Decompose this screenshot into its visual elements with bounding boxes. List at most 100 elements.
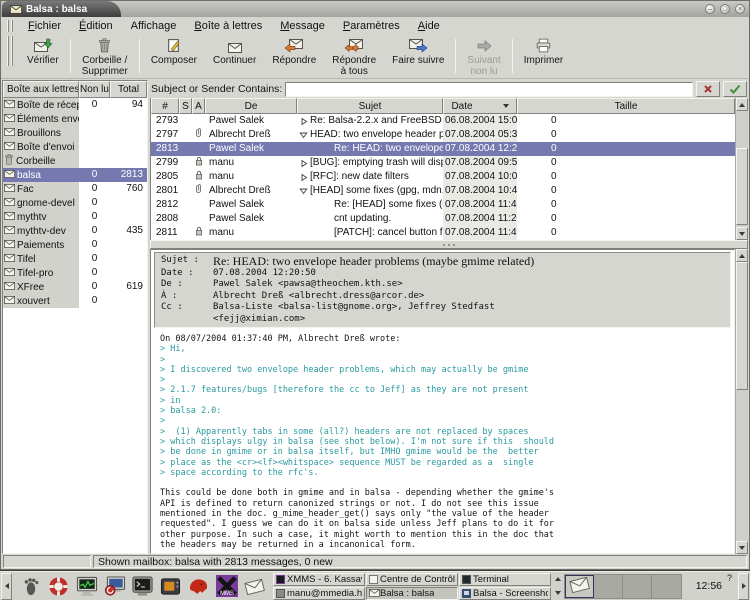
message-row[interactable]: 2793Pawel SalekRe: Balsa-2.2.x and FreeB… bbox=[151, 114, 735, 128]
column-header-boi-te-aux-lettres[interactable]: Boîte aux lettres bbox=[3, 81, 79, 98]
launcher-xmms[interactable]: MMS bbox=[214, 574, 239, 599]
column-header-s[interactable]: S bbox=[179, 98, 192, 114]
task-button-xmms-6-kassav-e[interactable]: XMMS - 6. Kassav - E bbox=[273, 573, 365, 586]
mailbox-row-tifel-pro[interactable]: Tifel-pro0 bbox=[3, 266, 147, 280]
mailbox-row-paiements[interactable]: Paiements0 bbox=[3, 238, 147, 252]
column-header-taille[interactable]: Taille bbox=[517, 98, 735, 114]
mailbox-total-count bbox=[110, 266, 147, 280]
launcher-terminal[interactable] bbox=[130, 574, 155, 599]
toolbar-continuer[interactable]: Continuer bbox=[205, 36, 264, 67]
task-button-centre-de-contro-le-m[interactable]: Centre de Contrôle M bbox=[366, 573, 458, 586]
toolbar-faire-suivre[interactable]: Faire suivre bbox=[384, 36, 452, 67]
filter-input[interactable] bbox=[285, 82, 693, 97]
launcher-mail-client[interactable] bbox=[242, 574, 267, 599]
mailbox-row-xfree[interactable]: XFree0619 bbox=[3, 280, 147, 294]
column-header-[interactable]: # bbox=[151, 98, 179, 114]
launcher-display-settings[interactable] bbox=[102, 574, 127, 599]
titlebar[interactable]: Balsa : balsa – □ × bbox=[1, 1, 749, 17]
maximize-button[interactable]: □ bbox=[720, 4, 730, 14]
workspace-3[interactable] bbox=[623, 575, 652, 598]
mailbox-row-corbeille[interactable]: Corbeille bbox=[3, 154, 147, 168]
tasklist-scroll[interactable] bbox=[553, 573, 562, 600]
toolbar-re-pondre[interactable]: Répondre à tous bbox=[324, 36, 384, 78]
toolbar-drag-handle[interactable] bbox=[7, 36, 13, 66]
column-header-date[interactable]: Date bbox=[443, 98, 517, 114]
workspace-1[interactable] bbox=[565, 575, 594, 598]
reply-all-icon bbox=[344, 37, 364, 53]
workspace-4[interactable] bbox=[652, 575, 681, 598]
mailbox-row-gnome-devel[interactable]: gnome-devel0 bbox=[3, 196, 147, 210]
mailbox-row-boi-te-de-re-ception[interactable]: Boîte de réception094 bbox=[3, 98, 147, 112]
message-row[interactable]: 2812Pawel SalekRe: [HEAD] some fixes (gp… bbox=[151, 198, 735, 212]
panel-hide-right-button[interactable] bbox=[738, 573, 749, 600]
scroll-up-arrow[interactable] bbox=[736, 98, 748, 111]
launcher-video-player[interactable] bbox=[158, 574, 183, 599]
scroll-down-arrow[interactable] bbox=[736, 541, 748, 554]
column-header-total[interactable]: Total bbox=[110, 81, 147, 98]
mailbox-row-balsa[interactable]: balsa02813 bbox=[3, 168, 147, 182]
scrollbar-thumb[interactable] bbox=[736, 262, 748, 390]
menu-item-e-dition[interactable]: Édition bbox=[70, 19, 122, 33]
thread-right-icon[interactable] bbox=[299, 173, 308, 182]
panel-hide-left-button[interactable] bbox=[1, 573, 12, 600]
menu-item-parame-tres[interactable]: Paramètres bbox=[334, 19, 409, 33]
menu-item-aide[interactable]: Aide bbox=[409, 19, 449, 33]
column-header-de[interactable]: De bbox=[205, 98, 297, 114]
scroll-up-arrow[interactable] bbox=[736, 249, 748, 262]
mailbox-row-xouvert[interactable]: xouvert0 bbox=[3, 294, 147, 308]
menu-item-affichage[interactable]: Affichage bbox=[122, 19, 186, 33]
mailbox-row-mythtv[interactable]: mythtv0 bbox=[3, 210, 147, 224]
menubar-drag-handle[interactable] bbox=[7, 20, 13, 32]
pane-splitter[interactable] bbox=[150, 240, 748, 249]
mailbox-row-e-le-ments-envoye-s[interactable]: Éléments envoyés bbox=[3, 112, 147, 126]
task-button-terminal[interactable]: Terminal bbox=[459, 573, 551, 586]
toolbar-ve-rifier[interactable]: Vérifier bbox=[19, 36, 67, 67]
task-button-balsa-screenshots[interactable]: Balsa - Screenshots - bbox=[459, 587, 551, 600]
close-button[interactable]: × bbox=[735, 4, 745, 14]
message-row[interactable]: 2813Pawel SalekRe: HEAD: two envelope he… bbox=[151, 142, 735, 156]
scrollbar-thumb[interactable] bbox=[736, 148, 748, 225]
toolbar-re-pondre[interactable]: Répondre bbox=[264, 36, 324, 67]
message-row[interactable]: 2811manu[PATCH]: cancel button for subje… bbox=[151, 226, 735, 240]
toolbar-composer[interactable]: Composer bbox=[143, 36, 205, 67]
workspace-2[interactable] bbox=[594, 575, 623, 598]
message-row[interactable]: 2797Albrecht DreßHEAD: two envelope head… bbox=[151, 128, 735, 142]
date-cell: 07.08.2004 11:41:2 bbox=[443, 198, 517, 212]
thread-right-icon[interactable] bbox=[299, 117, 308, 126]
toolbar-corbeille[interactable]: Corbeille / Supprimer bbox=[74, 36, 136, 78]
toolbar-label: Répondre à tous bbox=[332, 55, 376, 77]
message-row[interactable]: 2799manu[BUG]: emptying trash will displ… bbox=[151, 156, 735, 170]
window-title-tab[interactable]: Balsa : balsa bbox=[2, 1, 121, 17]
minimize-button[interactable]: – bbox=[705, 4, 715, 14]
column-header-non-lu[interactable]: Non lu bbox=[79, 81, 110, 98]
launcher-system-monitor[interactable] bbox=[74, 574, 99, 599]
filter-apply-button[interactable] bbox=[723, 81, 747, 97]
mailbox-label: Paiements bbox=[17, 240, 64, 251]
launcher-help-browser[interactable] bbox=[46, 574, 71, 599]
mailbox-row-mythtv-dev[interactable]: mythtv-dev0435 bbox=[3, 224, 147, 238]
message-row[interactable]: 2808Pawel Salekcnt updating.07.08.2004 1… bbox=[151, 212, 735, 226]
column-header-a[interactable]: A bbox=[192, 98, 205, 114]
filter-clear-button[interactable] bbox=[696, 81, 720, 97]
thread-down-icon[interactable] bbox=[299, 131, 308, 139]
menu-item-boi-te-a-lettres[interactable]: Boîte à lettres bbox=[185, 19, 271, 33]
thread-down-icon[interactable] bbox=[299, 187, 308, 195]
scroll-down-arrow[interactable] bbox=[736, 227, 748, 240]
mailbox-row-boi-te-d-envoi[interactable]: Boîte d'envoi bbox=[3, 140, 147, 154]
task-button-manu-mmedia-hom[interactable]: manu@mmedia.hom bbox=[273, 587, 365, 600]
menu-item-fichier[interactable]: Fichier bbox=[19, 19, 70, 33]
preview-scrollbar[interactable] bbox=[735, 249, 748, 554]
message-row[interactable]: 2801Albrecht Dreß[HEAD] some fixes (gpg,… bbox=[151, 184, 735, 198]
mailbox-row-fac[interactable]: Fac0760 bbox=[3, 182, 147, 196]
mailbox-row-brouillons[interactable]: Brouillons bbox=[3, 126, 147, 140]
mailbox-row-tifel[interactable]: Tifel0 bbox=[3, 252, 147, 266]
task-button-balsa-balsa[interactable]: Balsa : balsa bbox=[366, 587, 458, 600]
launcher-mozilla[interactable] bbox=[186, 574, 211, 599]
column-header-sujet[interactable]: Sujet bbox=[297, 98, 443, 114]
thread-right-icon[interactable] bbox=[299, 159, 308, 168]
message-row[interactable]: 2805manu[RFC]: new date filters07.08.200… bbox=[151, 170, 735, 184]
launcher-gnome-menu[interactable] bbox=[18, 574, 43, 599]
toolbar-imprimer[interactable]: Imprimer bbox=[516, 36, 571, 67]
menu-item-message[interactable]: Message bbox=[271, 19, 334, 33]
message-list-scrollbar[interactable] bbox=[735, 98, 748, 240]
